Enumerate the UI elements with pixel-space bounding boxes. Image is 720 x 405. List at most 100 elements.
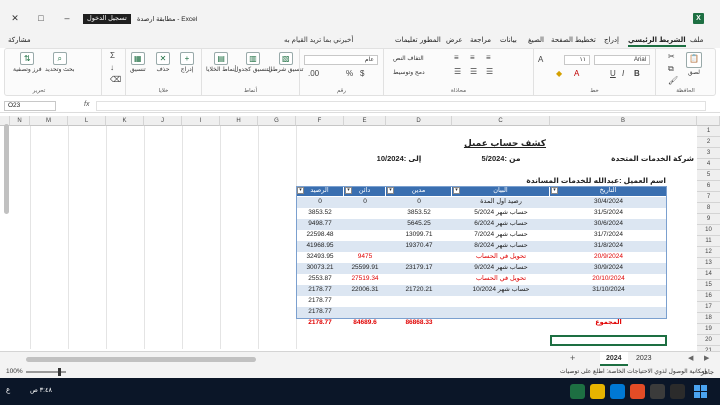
clear-icon[interactable]: ⌫ xyxy=(110,75,121,84)
cell-balance[interactable]: 2178.77 xyxy=(296,307,344,317)
currency-icon[interactable]: $ xyxy=(360,69,364,78)
total-label[interactable]: المجموع xyxy=(550,318,667,328)
file-explorer-icon[interactable] xyxy=(590,384,605,399)
search-taskbar-icon[interactable] xyxy=(670,384,685,399)
horizontal-scrollbar[interactable] xyxy=(26,357,256,362)
column-header-J[interactable]: J xyxy=(144,116,182,126)
active-cell-outline[interactable] xyxy=(550,335,667,346)
sheet-tab-2023[interactable]: 2023 xyxy=(630,352,658,366)
cell-desc[interactable]: حساب شهر 5/2024 xyxy=(452,208,550,218)
cell-desc[interactable]: حساب شهر 7/2024 xyxy=(452,230,550,240)
copy-icon[interactable]: ⧉ xyxy=(668,64,674,74)
row-header[interactable]: 4 xyxy=(697,159,720,170)
cell-desc[interactable]: حساب شهر 6/2024 xyxy=(452,219,550,229)
cell-debit[interactable]: 13099.71 xyxy=(386,230,452,240)
row-header[interactable]: 11 xyxy=(697,236,720,247)
column-header-M[interactable]: M xyxy=(30,116,68,126)
clock[interactable]: ٣:٤٨ ص xyxy=(30,386,52,394)
cell-debit[interactable]: 21720.21 xyxy=(386,285,452,295)
cell-desc[interactable]: رصيد اول المدة xyxy=(452,197,550,207)
column-header-G[interactable]: G xyxy=(258,116,296,126)
font-size-dropdown[interactable]: ١١ xyxy=(564,55,590,65)
task-view-icon[interactable] xyxy=(650,384,665,399)
cell-desc[interactable]: تحويل في الحساب xyxy=(452,274,550,284)
paste-button[interactable]: 📋 لصق xyxy=(686,52,702,76)
column-header-I[interactable]: I xyxy=(182,116,220,126)
sheet-tab-2024[interactable]: 2024 xyxy=(600,352,628,366)
cell-desc[interactable]: حساب شهر 9/2024 xyxy=(452,263,550,273)
increase-font-icon[interactable]: A xyxy=(538,55,543,64)
cell-date[interactable]: 31/5/2024 xyxy=(550,208,667,218)
share-button[interactable]: مشاركة xyxy=(8,36,31,44)
wrap-text-button[interactable]: التفاف النص xyxy=(390,55,438,65)
cell-date[interactable]: 20/9/2024 xyxy=(550,252,667,262)
windows-start-icon[interactable] xyxy=(694,385,707,398)
zoom-slider-knob[interactable] xyxy=(58,368,61,376)
cell-debit[interactable] xyxy=(386,274,452,284)
cell-date[interactable]: 31/8/2024 xyxy=(550,241,667,251)
row-header[interactable]: 8 xyxy=(697,203,720,214)
decimal-icon[interactable]: .00 xyxy=(308,69,319,78)
cell-date[interactable]: 30/4/2024 xyxy=(550,197,667,207)
align-bottom-icon[interactable]: ≡ xyxy=(486,53,491,62)
align-right-icon[interactable]: ☰ xyxy=(486,67,493,76)
fill-icon[interactable]: ↓ xyxy=(110,63,114,72)
cell-credit[interactable] xyxy=(344,230,386,240)
row-header[interactable]: 7 xyxy=(697,192,720,203)
tab-file[interactable]: ملف xyxy=(690,36,703,44)
column-header-K[interactable]: K xyxy=(106,116,144,126)
cell-debit[interactable]: 19370.47 xyxy=(386,241,452,251)
column-header-F[interactable]: F xyxy=(296,116,344,126)
align-center-icon[interactable]: ☰ xyxy=(470,67,477,76)
row-header[interactable]: 16 xyxy=(697,291,720,302)
edge-icon[interactable] xyxy=(610,384,625,399)
cell-credit[interactable] xyxy=(344,241,386,251)
accessibility-status[interactable]: إمكانية الوصول لذوي الاحتياجات الخاصة: ا… xyxy=(560,368,706,375)
excel-taskbar-icon[interactable] xyxy=(570,384,585,399)
tab-data[interactable]: بيانات xyxy=(500,36,517,44)
autosum-icon[interactable]: Σ xyxy=(110,51,115,60)
tab-page-layout[interactable]: تخطيط الصفحة xyxy=(551,36,596,44)
bold-icon[interactable]: B xyxy=(634,69,640,78)
sort-filter-button[interactable]: ⇅ فرز وتصفية xyxy=(13,52,42,73)
cell-debit[interactable]: 3853.52 xyxy=(386,208,452,218)
tell-me-search[interactable]: أخبرني بما تريد القيام به xyxy=(284,36,353,44)
cell-credit[interactable]: 27519.34 xyxy=(344,274,386,284)
row-header[interactable]: 13 xyxy=(697,258,720,269)
underline-icon[interactable]: U xyxy=(610,69,616,78)
find-select-button[interactable]: ⌕ بحث وتحديد xyxy=(45,52,75,73)
cut-icon[interactable]: ✂ xyxy=(668,52,675,61)
insert-cells-button[interactable]: + إدراج xyxy=(180,52,194,73)
tab-view[interactable]: عرض xyxy=(446,36,463,44)
add-sheet-button[interactable]: + xyxy=(570,353,575,363)
cell-debit[interactable]: 0 xyxy=(386,197,452,207)
cell-styles-button[interactable]: ▤ أنماط الخلايا xyxy=(206,52,236,73)
cell-credit[interactable] xyxy=(344,208,386,218)
zoom-level[interactable]: 100% xyxy=(6,368,23,375)
align-left-icon[interactable]: ☰ xyxy=(454,67,461,76)
cell-date[interactable]: 31/7/2024 xyxy=(550,230,667,240)
cell-balance[interactable]: 2178.77 xyxy=(296,285,344,295)
cell-debit[interactable]: 23179.17 xyxy=(386,263,452,273)
cell-balance[interactable]: 2178.77 xyxy=(296,296,344,306)
close-window-button[interactable]: ✕ xyxy=(10,13,20,23)
sign-in-button[interactable]: تسجيل الدخول xyxy=(83,14,131,24)
cell-credit[interactable]: 9475 xyxy=(344,252,386,262)
tab-insert[interactable]: إدراج xyxy=(604,36,619,44)
cell-date[interactable]: 20/10/2024 xyxy=(550,274,667,284)
column-header-D[interactable]: D xyxy=(386,116,452,126)
cell-desc[interactable]: تحويل في الحساب xyxy=(452,252,550,262)
cell-debit[interactable] xyxy=(386,252,452,262)
cell-balance[interactable]: 41968.95 xyxy=(296,241,344,251)
fill-color-icon[interactable]: ◆ xyxy=(556,69,562,78)
cell-credit[interactable] xyxy=(344,219,386,229)
cell-balance[interactable]: 9498.77 xyxy=(296,219,344,229)
total-credit[interactable]: 84689.6 xyxy=(344,318,386,328)
column-header-N[interactable]: N xyxy=(10,116,30,126)
total-debit[interactable]: 86868.33 xyxy=(386,318,452,328)
cell-balance[interactable]: 32493.95 xyxy=(296,252,344,262)
row-header[interactable]: 12 xyxy=(697,247,720,258)
row-header[interactable]: 9 xyxy=(697,214,720,225)
total-balance[interactable]: 2178.77 xyxy=(296,318,344,328)
cell-date[interactable]: 31/10/2024 xyxy=(550,285,667,295)
